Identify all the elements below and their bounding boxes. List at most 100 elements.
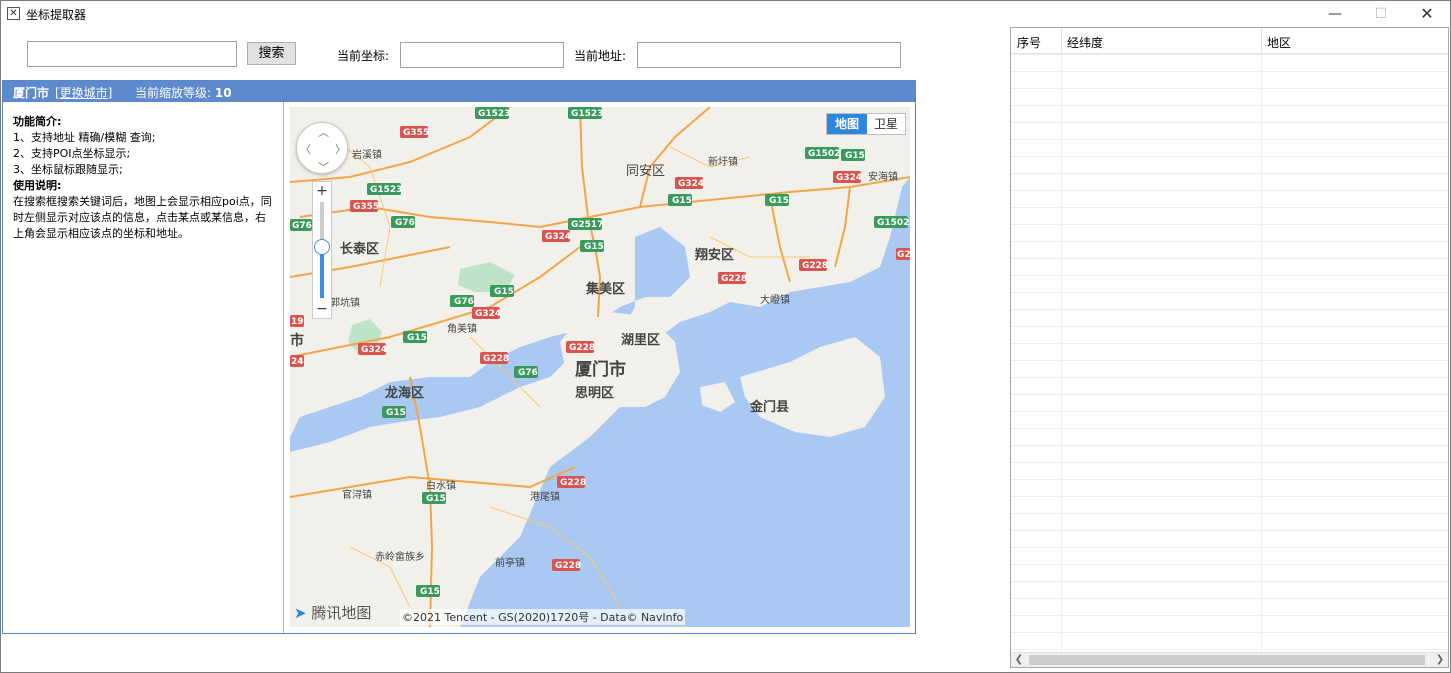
map-view[interactable]: 同安区 长泰区 翔安区 集美区 湖里区 厦门市 思明区 龙海区 金门县 岩溪镇 …: [290, 107, 910, 627]
close-box-icon: ✕: [7, 7, 20, 20]
road-shield: G228: [721, 274, 747, 284]
place-label: 郭坑镇: [330, 296, 360, 309]
column-header-coords[interactable]: 经纬度: [1067, 34, 1103, 51]
info-panel: 功能简介: 1、支持地址 精确/模糊 查询; 2、支持POI点坐标显示; 3、坐…: [3, 102, 284, 633]
table-gridline: [1011, 547, 1448, 548]
maximize-icon[interactable]: ☐: [1358, 1, 1404, 27]
column-header-index[interactable]: 序号: [1017, 34, 1041, 51]
place-label: 翔安区: [694, 247, 734, 263]
road-shield: G228: [802, 261, 828, 271]
road-shield: G15: [845, 151, 865, 161]
table-gridline: [1011, 496, 1448, 497]
place-label: 思明区: [575, 386, 614, 401]
column-divider[interactable]: [1261, 28, 1262, 54]
address-field[interactable]: [637, 42, 901, 68]
city-bar: 厦门市 [更换城市] 当前缩放等级: 10: [3, 81, 915, 102]
logo-text: 腾讯地图: [311, 604, 372, 622]
scroll-right-icon[interactable]: ❯: [1432, 653, 1448, 667]
zoom-slider-handle[interactable]: [314, 239, 330, 255]
pan-up-icon[interactable]: ︿: [318, 124, 329, 140]
road-shield: G2517: [571, 220, 603, 230]
road-shield: G228: [569, 343, 595, 353]
table-gridline: [1011, 598, 1448, 599]
table-gridline: [1011, 360, 1448, 361]
map-canvas[interactable]: 同安区 长泰区 翔安区 集美区 湖里区 厦门市 思明区 龙海区 金门县 岩溪镇 …: [290, 107, 910, 627]
place-label: 同安区: [626, 164, 665, 179]
table-gridline: [1011, 615, 1448, 616]
road-shield: G15: [584, 242, 604, 252]
tencent-logo-icon: ➤: [294, 604, 307, 622]
place-label: 港尾镇: [530, 490, 560, 503]
road-shield: G15: [420, 587, 440, 597]
place-label: 集美区: [585, 281, 625, 297]
road-shield: G1523: [370, 185, 402, 195]
title-bar: ✕ 坐标提取器 — ☐ ✕: [1, 1, 1450, 27]
table-gridline: [1011, 632, 1448, 633]
window-title: 坐标提取器: [26, 8, 87, 22]
table-gridline: [1011, 71, 1448, 72]
feature-item: 3、坐标鼠标跟随显示;: [13, 163, 123, 176]
pan-right-icon[interactable]: 〉: [335, 141, 346, 157]
road-shield: G324: [836, 173, 862, 183]
place-label: 湖里区: [621, 333, 660, 348]
road-shield: G228: [483, 354, 509, 364]
table-gridline: [1011, 377, 1448, 378]
table-gridline: [1011, 309, 1448, 310]
place-label: 前亭镇: [495, 556, 525, 569]
place-label: 长泰区: [340, 241, 379, 257]
column-divider[interactable]: [1061, 28, 1062, 54]
place-label: 新圩镇: [708, 155, 738, 168]
map-type-button[interactable]: 地图: [827, 114, 867, 134]
table-gridline: [1061, 54, 1062, 652]
zoom-in-button[interactable]: +: [313, 182, 331, 200]
minimize-icon[interactable]: —: [1312, 1, 1358, 27]
road-shield: G76: [292, 221, 312, 231]
coord-label: 当前坐标:: [337, 49, 390, 63]
pan-down-icon[interactable]: ﹀: [318, 159, 329, 175]
zoom-level-info: 当前缩放等级: 10: [135, 84, 232, 101]
table-gridline: [1011, 428, 1448, 429]
scrollbar-thumb[interactable]: [1029, 655, 1425, 665]
place-label: 赤岭畲族乡: [375, 550, 425, 563]
place-label: 大嶝镇: [760, 293, 790, 306]
pan-left-icon[interactable]: 〈: [300, 141, 311, 157]
change-city-link[interactable]: [更换城市]: [55, 84, 112, 101]
table-gridline: [1011, 581, 1448, 582]
city-name: 厦门市: [13, 86, 50, 100]
result-table: 序号 经纬度 地区 ❮ ❯: [1010, 27, 1449, 668]
horizontal-scrollbar[interactable]: ❮ ❯: [1011, 652, 1448, 667]
table-gridline: [1011, 173, 1448, 174]
table-gridline: [1011, 258, 1448, 259]
road-shield: G2: [897, 250, 910, 260]
address-label: 当前地址:: [574, 49, 627, 63]
app-window: ✕ 坐标提取器 — ☐ ✕ 搜索 当前坐标: 当前地址: 厦门市 [更换城市] …: [0, 0, 1451, 673]
road-shield: G228: [560, 478, 586, 488]
place-label: 角美镇: [447, 322, 477, 335]
table-gridline: [1011, 649, 1448, 650]
table-gridline: [1011, 54, 1448, 55]
table-gridline: [1011, 190, 1448, 191]
table-gridline: [1011, 139, 1448, 140]
zoom-out-button[interactable]: −: [313, 300, 331, 318]
table-gridline: [1011, 326, 1448, 327]
search-input[interactable]: [27, 41, 237, 67]
road-shield: G15: [494, 287, 514, 297]
table-gridline: [1011, 105, 1448, 106]
table-gridline: [1011, 241, 1448, 242]
road-shield: G76: [518, 368, 538, 378]
table-gridline: [1011, 411, 1448, 412]
search-button[interactable]: 搜索: [247, 42, 296, 65]
coord-field[interactable]: [400, 42, 564, 68]
table-gridline: [1011, 224, 1448, 225]
place-label: 市: [290, 332, 304, 349]
scroll-left-icon[interactable]: ❮: [1011, 653, 1027, 667]
table-gridline: [1011, 207, 1448, 208]
satellite-type-button[interactable]: 卫星: [867, 114, 905, 134]
close-icon[interactable]: ✕: [1404, 1, 1450, 27]
pan-control[interactable]: ︿ ﹀ 〈 〉: [296, 122, 348, 174]
tencent-map-logo: ➤ 腾讯地图: [294, 602, 371, 623]
road-shield: G324: [678, 179, 704, 189]
feature-item: 2、支持POI点坐标显示;: [13, 147, 131, 160]
table-gridline: [1011, 292, 1448, 293]
column-header-region[interactable]: 地区: [1267, 34, 1291, 51]
